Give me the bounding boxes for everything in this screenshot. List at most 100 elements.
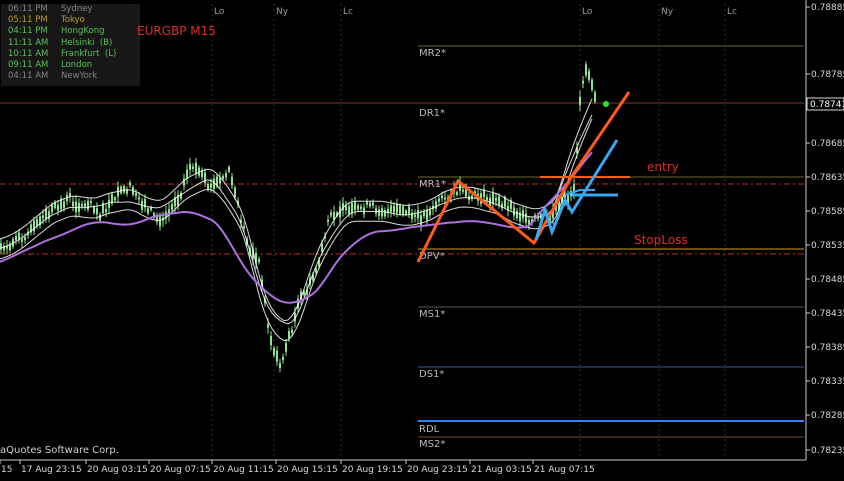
candle-body — [354, 202, 356, 211]
candle-body — [195, 162, 197, 174]
pivot-label-dr1: DR1* — [419, 108, 445, 119]
candle-body — [93, 206, 95, 213]
candle-body — [192, 166, 194, 169]
price-tick-label: 0.78385 — [811, 343, 844, 353]
candle-body — [579, 96, 581, 106]
candle-body — [282, 357, 284, 361]
price-tick-label: 0.78785 — [811, 70, 844, 80]
session-marker-label: Ny — [661, 7, 674, 17]
candle-body — [267, 324, 269, 328]
session-time: 10:11 AM — [8, 48, 49, 59]
candle-body — [81, 204, 83, 207]
time-tick-label: 17 Aug 23:15 — [21, 465, 82, 475]
candle-body — [96, 208, 98, 215]
candle-body — [408, 206, 410, 215]
session-name: Frankfurt (L) — [61, 48, 117, 59]
entry-label: entry — [647, 160, 679, 174]
session-marker-label: Lc — [727, 7, 737, 17]
session-marker-label: Lc — [343, 7, 353, 17]
session-time: 09:11 AM — [8, 60, 49, 70]
candle-body — [591, 79, 593, 90]
candle-body — [138, 197, 140, 200]
session-time: 05:11 PM — [8, 15, 48, 26]
session-name: HongKong — [61, 26, 105, 37]
candle-body — [525, 213, 527, 223]
candle-body — [381, 208, 383, 217]
candle-body — [429, 209, 431, 216]
candle-body — [438, 198, 440, 202]
candle-body — [492, 193, 494, 204]
price-tick-label: 0.78235 — [811, 446, 844, 456]
candle-body — [393, 205, 395, 213]
candle-body — [399, 205, 401, 214]
session-name: Helsinki (B) — [61, 37, 113, 48]
candle-body — [273, 348, 275, 356]
session-time: 11:11 AM — [8, 37, 49, 48]
candle-body — [276, 350, 278, 362]
candle-body — [588, 71, 590, 81]
price-tick-label: 0.78485 — [811, 275, 844, 285]
candle-body — [129, 182, 131, 186]
candle-body — [390, 205, 392, 212]
candle-body — [63, 201, 65, 209]
candle-body — [279, 363, 281, 369]
session-row: 09:11 AM London — [8, 60, 92, 71]
candle-body — [210, 183, 212, 188]
candle-body — [24, 237, 26, 241]
candle-body — [420, 215, 422, 226]
session-time: 04:11 AM — [8, 71, 49, 82]
session-marker-label: Lo — [214, 7, 225, 17]
pivot-label-mr1: MR1* — [419, 179, 446, 190]
candle-body — [147, 208, 149, 214]
pivot-label-rdl: RDL — [419, 424, 440, 435]
candle-body — [513, 207, 515, 216]
current-price-label: 0.78741 — [810, 100, 844, 110]
candle-body — [135, 193, 137, 197]
candle-body — [90, 201, 92, 204]
candle-body — [258, 259, 260, 262]
candle-body — [99, 214, 101, 221]
candle-body — [402, 206, 404, 216]
time-tick-label: 20 Aug 11:15 — [213, 465, 274, 475]
price-tick-label: 0.78685 — [811, 139, 844, 149]
candle-body — [351, 203, 353, 214]
candle-body — [498, 196, 500, 206]
candle-body — [225, 173, 227, 178]
pivot-label-ds1: DS1* — [419, 369, 444, 380]
time-tick-label: 21 Aug 03:15 — [471, 465, 532, 475]
candle-body — [51, 204, 53, 213]
session-row: 06:11 PM Sydney — [8, 4, 92, 15]
time-tick-label: 20 Aug 23:15 — [407, 465, 468, 475]
session-row: 04:11 PM HongKong — [8, 26, 105, 37]
candle-body — [372, 202, 374, 206]
candle-body — [204, 172, 206, 184]
time-tick-label: 15 — [1, 465, 12, 475]
session-row: 10:11 AM Frankfurt (L) — [8, 49, 116, 60]
current-price-dot — [603, 101, 609, 107]
candle-body — [222, 176, 224, 179]
market-sessions-panel: 06:11 PM Sydney 05:11 PM Tokyo 04:11 PM HongK… — [1, 4, 140, 86]
candle-body — [207, 183, 209, 190]
candle-body — [234, 187, 236, 198]
chart-window[interactable]: Lo Ny Lc Lo Ny Lc MR2* DR1* MR1* DPV* MS1* DS1* RDL… — [0, 0, 844, 477]
candle-body — [495, 197, 497, 202]
candle-body — [18, 232, 20, 240]
session-row: 05:11 PM Tokyo — [8, 15, 85, 26]
time-tick-label: 20 Aug 07:15 — [150, 465, 211, 475]
candle-body — [105, 208, 107, 213]
pivot-label-mr2: MR2* — [419, 48, 446, 59]
candle-body — [285, 342, 287, 352]
time-tick-label: 20 Aug 15:15 — [277, 465, 338, 475]
candle-body — [36, 218, 38, 226]
candle-body — [594, 92, 596, 102]
candle-body — [330, 212, 332, 216]
session-row: 11:11 AM Helsinki (B) — [8, 38, 112, 49]
candle-body — [366, 201, 368, 205]
candle-body — [159, 216, 161, 227]
time-tick-label: 21 Aug 07:15 — [534, 465, 595, 475]
candle-body — [123, 186, 125, 193]
candle-body — [186, 169, 188, 179]
candle-body — [348, 206, 350, 215]
candle-body — [360, 206, 362, 210]
candle-body — [384, 210, 386, 217]
